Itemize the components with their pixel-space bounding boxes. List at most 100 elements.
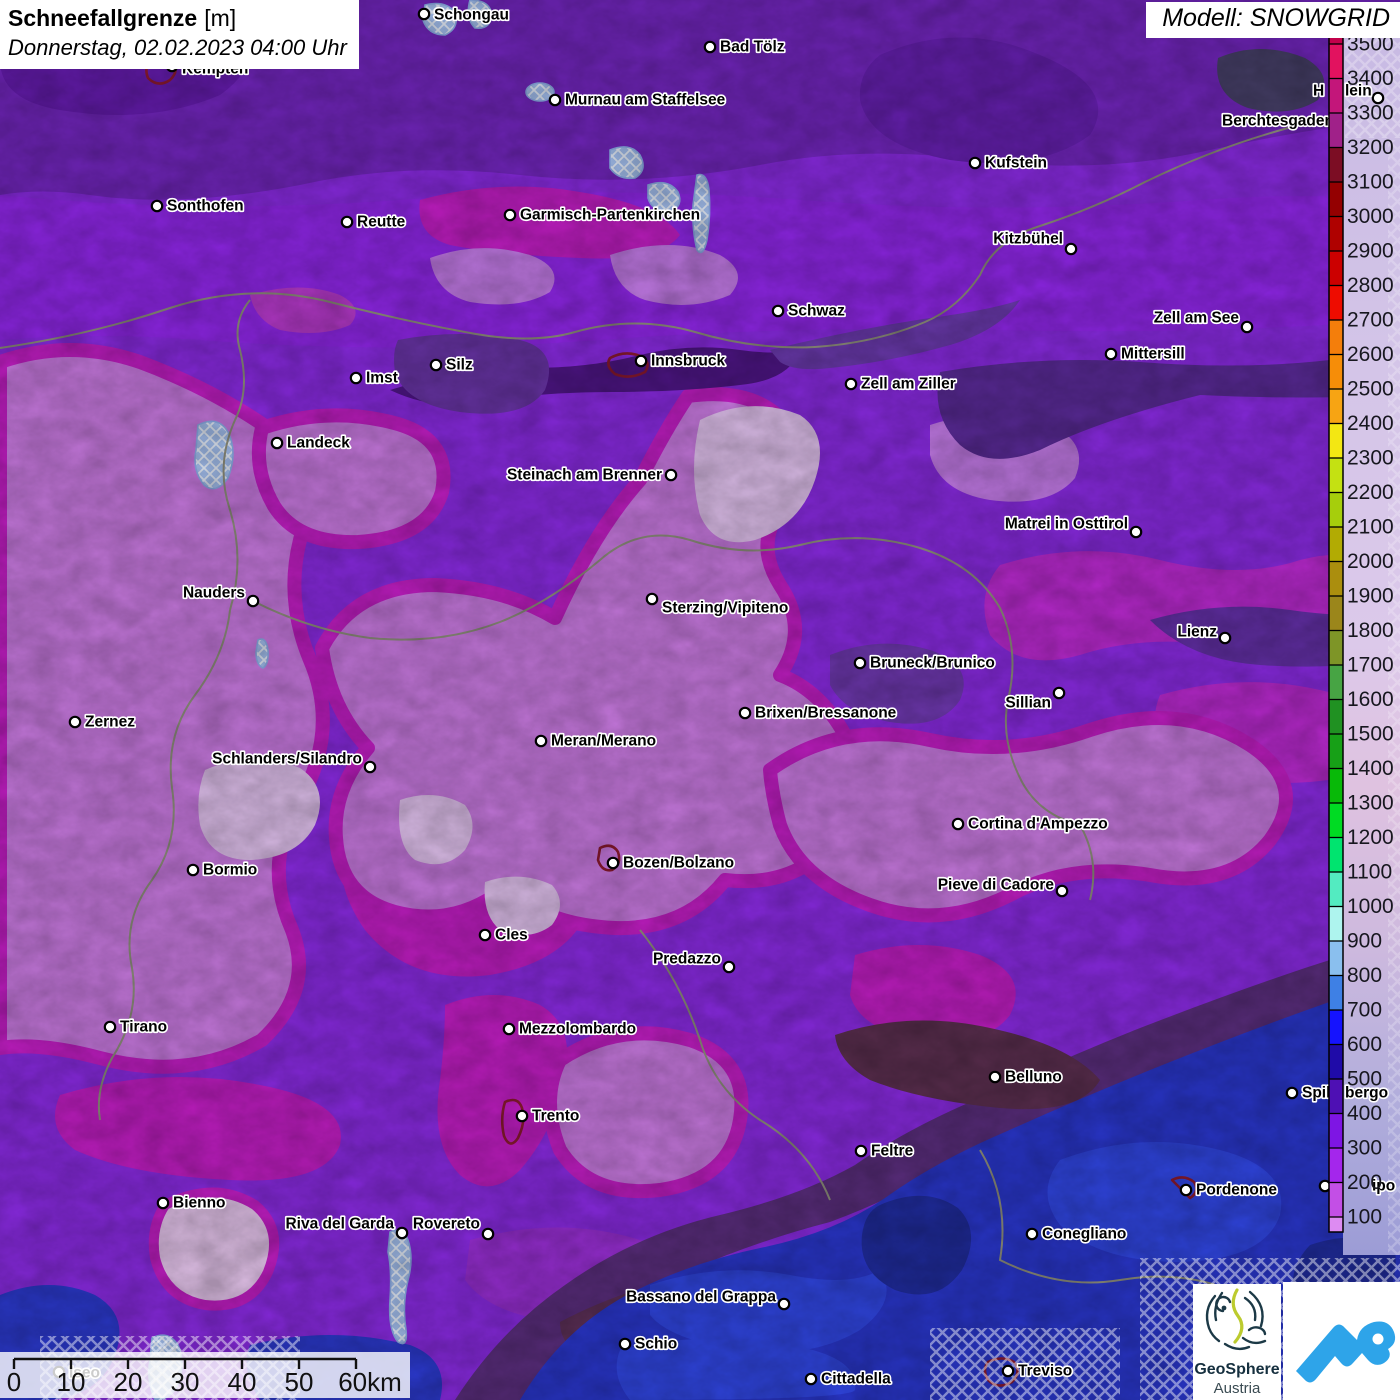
colorbar-segment — [1329, 1079, 1343, 1114]
city-label: Predazzo — [653, 951, 721, 968]
colorbar-tick-label: 3100 — [1347, 171, 1394, 194]
colorbar-tick-label: 2500 — [1347, 378, 1394, 401]
colorbar-tick-label: 3200 — [1347, 136, 1394, 159]
city-marker — [1054, 688, 1064, 698]
mountain-wave-icon — [1283, 1282, 1400, 1400]
city-marker — [806, 1374, 816, 1384]
city-marker — [105, 1022, 115, 1032]
city-label: Bad Tölz — [720, 39, 785, 56]
title-box: Schneefallgrenze[m] Donnerstag, 02.02.20… — [0, 0, 359, 69]
colorbar-segment — [1329, 803, 1343, 838]
colorbar-segment — [1329, 907, 1343, 942]
map-title: Schneefallgrenze[m] — [8, 5, 347, 32]
city-marker — [483, 1229, 493, 1239]
colorbar-tick-label: 1600 — [1347, 688, 1394, 711]
city-marker — [342, 217, 352, 227]
colorbar-segment — [1329, 182, 1343, 217]
city-label: Treviso — [1018, 1363, 1072, 1380]
colorbar-segment — [1329, 631, 1343, 666]
colorbar-segment — [1329, 596, 1343, 631]
city-marker — [608, 858, 618, 868]
colorbar-tick-label: 2700 — [1347, 309, 1394, 332]
city-label: Brixen/Bressanone — [755, 705, 897, 722]
city-marker — [620, 1339, 630, 1349]
geosphere-contours-icon — [1193, 1284, 1281, 1356]
colorbar-tick-label: 400 — [1347, 1102, 1382, 1125]
city-marker — [1003, 1366, 1013, 1376]
colorbar-tick-label: 2100 — [1347, 516, 1394, 539]
city-label: H — [1313, 83, 1324, 100]
city-label: Imst — [366, 370, 398, 387]
city-label: Bormio — [203, 862, 257, 879]
colorbar-segment — [1329, 527, 1343, 562]
city-marker — [856, 1146, 866, 1156]
colorbar-segment — [1329, 1148, 1343, 1183]
scalebar-label: 50 — [285, 1367, 314, 1398]
city-label: Bienno — [173, 1195, 226, 1212]
city-marker — [647, 594, 657, 604]
colorbar-segment — [1329, 148, 1343, 183]
city-marker — [431, 360, 441, 370]
colorbar-tick-label: 2600 — [1347, 343, 1394, 366]
scalebar-label: 0 — [7, 1367, 21, 1398]
city-label: Kufstein — [985, 155, 1047, 172]
city-label: Mezzolombardo — [519, 1021, 636, 1038]
city-label: Murnau am Staffelsee — [565, 92, 726, 109]
colorbar-tick-label: 500 — [1347, 1068, 1382, 1091]
colorbar-tick-label: 200 — [1347, 1171, 1382, 1194]
city-label: Silz — [446, 357, 473, 374]
colorbar-tick-label: 100 — [1347, 1206, 1382, 1229]
city-label: Mittersill — [1121, 346, 1185, 363]
colorbar-tick-label: 1500 — [1347, 723, 1394, 746]
city-label: Sonthofen — [167, 198, 244, 215]
city-label: Reutte — [357, 214, 406, 231]
colorbar-tick-label: 3000 — [1347, 205, 1394, 228]
title-text: Schneefallgrenze — [8, 5, 197, 31]
colorbar-segment — [1329, 217, 1343, 252]
colorbar-segment — [1329, 44, 1343, 79]
city-marker — [636, 356, 646, 366]
colorbar-segment — [1329, 941, 1343, 976]
city-marker — [272, 438, 282, 448]
city-marker — [705, 42, 715, 52]
city-marker — [846, 379, 856, 389]
colorbar-segment — [1329, 700, 1343, 735]
colorbar-tick-label: 1800 — [1347, 619, 1394, 642]
city-marker — [1066, 244, 1076, 254]
city-label: Landeck — [287, 435, 350, 452]
city-marker — [990, 1072, 1000, 1082]
city-label: Schongau — [434, 7, 509, 24]
colorbar-segment — [1329, 734, 1343, 769]
city-marker — [724, 962, 734, 972]
colorbar-segment — [1329, 355, 1343, 390]
city-marker — [504, 1024, 514, 1034]
colorbar-tick-label: 1100 — [1347, 861, 1392, 884]
city-label: Matrei in Osttirol — [1005, 516, 1128, 533]
city-label: Sillian — [1005, 695, 1051, 712]
city-marker — [152, 201, 162, 211]
city-marker — [1242, 322, 1252, 332]
city-label: Kitzbühel — [993, 231, 1063, 248]
colorbar-segment — [1329, 769, 1343, 804]
colorbar-segment — [1329, 665, 1343, 700]
city-label: Schlanders/Silandro — [212, 751, 362, 768]
colorbar-segment — [1329, 389, 1343, 424]
city-marker — [1027, 1229, 1037, 1239]
city-marker — [1131, 527, 1141, 537]
city-marker — [158, 1198, 168, 1208]
colorbar-segment — [1329, 493, 1343, 528]
city-marker — [773, 306, 783, 316]
city-label: Zell am Ziller — [861, 376, 956, 393]
city-marker — [536, 736, 546, 746]
city-marker — [953, 819, 963, 829]
geosphere-logo-name: GeoSphere — [1193, 1361, 1281, 1379]
geosphere-austria-logo: GeoSphere Austria — [1193, 1284, 1281, 1400]
city-label: Bassano del Grappa — [626, 1289, 776, 1306]
city-label: Feltre — [871, 1143, 914, 1160]
city-marker — [248, 596, 258, 606]
city-marker — [855, 658, 865, 668]
city-marker — [1181, 1185, 1191, 1195]
city-label: Bozen/Bolzano — [623, 855, 734, 872]
city-marker — [550, 95, 560, 105]
colorbar-tick-label: 3300 — [1347, 102, 1394, 125]
